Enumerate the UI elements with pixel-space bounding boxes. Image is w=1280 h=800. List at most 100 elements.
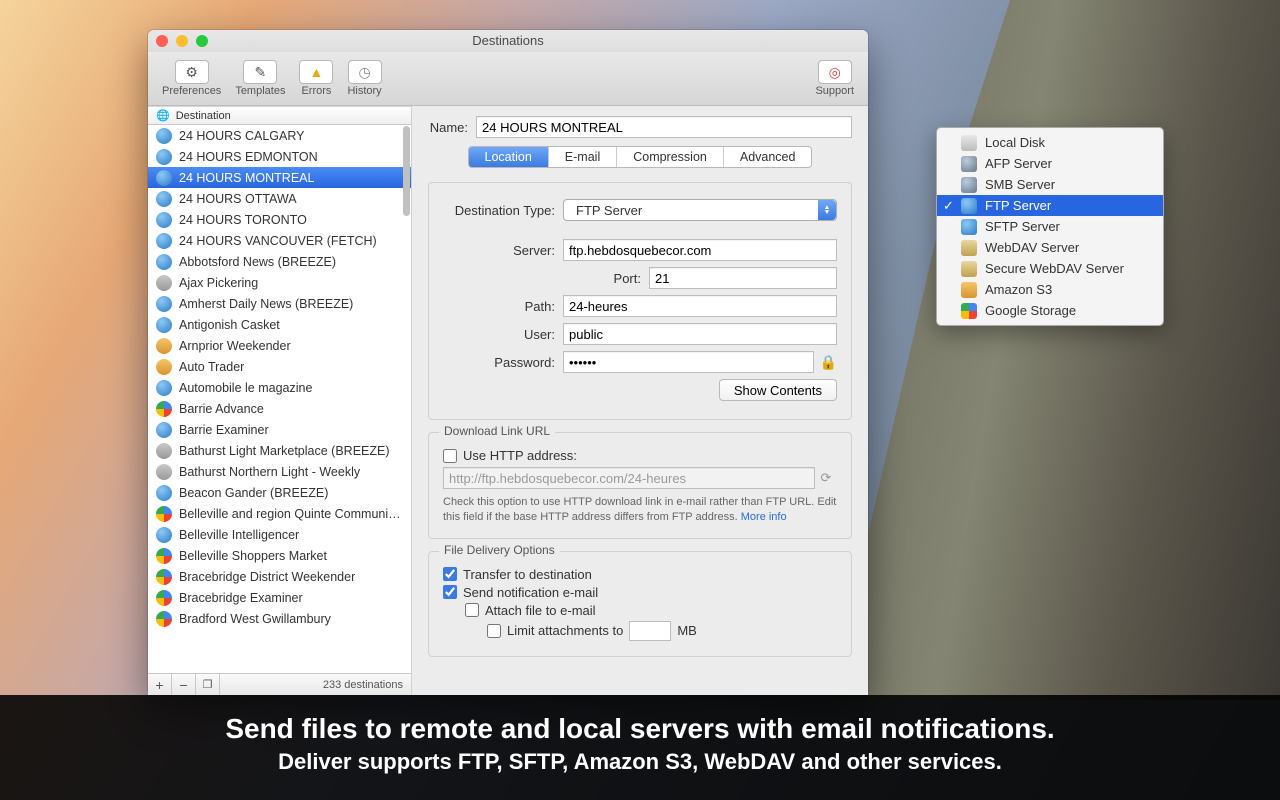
list-item[interactable]: Ajax Pickering <box>148 272 411 293</box>
list-item[interactable]: Beacon Gander (BREEZE) <box>148 482 411 503</box>
toolbar: ⚙︎ Preferences ✎ Templates ▲ Errors ◷ Hi… <box>148 52 868 106</box>
list-item[interactable]: 24 HOURS CALGARY <box>148 125 411 146</box>
list-item-label: Amherst Daily News (BREEZE) <box>179 297 353 311</box>
destinations-count: 233 destinations <box>323 679 411 691</box>
reload-icon[interactable]: ⟳ <box>815 470 837 486</box>
name-field[interactable] <box>476 116 852 138</box>
list-item[interactable]: Bathurst Light Marketplace (BREEZE) <box>148 440 411 461</box>
pencil-icon: ✎ <box>243 60 277 84</box>
list-item[interactable]: Belleville and region Quinte Communit… <box>148 503 411 524</box>
list-item[interactable]: Abbotsford News (BREEZE) <box>148 251 411 272</box>
password-field[interactable] <box>563 351 814 373</box>
preferences-button[interactable]: ⚙︎ Preferences <box>156 60 227 97</box>
transfer-checkbox[interactable] <box>443 567 457 581</box>
list-item[interactable]: Belleville Shoppers Market <box>148 545 411 566</box>
list-item[interactable]: Amherst Daily News (BREEZE) <box>148 293 411 314</box>
list-item-label: Automobile le magazine <box>179 381 312 395</box>
duplicate-button[interactable]: ❐ <box>196 674 220 695</box>
remove-button[interactable]: − <box>172 674 196 695</box>
list-item[interactable]: Arnprior Weekender <box>148 335 411 356</box>
tab-email[interactable]: E-mail <box>549 147 617 167</box>
limit-label-b: MB <box>677 623 697 638</box>
list-item[interactable]: Barrie Advance <box>148 398 411 419</box>
list-item[interactable]: Antigonish Casket <box>148 314 411 335</box>
add-button[interactable]: + <box>148 674 172 695</box>
list-item[interactable]: Automobile le magazine <box>148 377 411 398</box>
menu-item[interactable]: FTP Server <box>937 195 1163 216</box>
use-http-checkbox[interactable] <box>443 449 457 463</box>
list-item[interactable]: Auto Trader <box>148 356 411 377</box>
scrollbar[interactable] <box>403 126 410 216</box>
tab-location[interactable]: Location <box>469 147 549 167</box>
dest-type-select[interactable]: FTP Server ▲▼ <box>563 199 837 221</box>
dest-type-label: Destination Type: <box>443 203 563 218</box>
attach-checkbox[interactable] <box>465 603 479 617</box>
port-field[interactable] <box>649 267 837 289</box>
list-item[interactable]: 24 HOURS MONTREAL <box>148 167 411 188</box>
globe-icon <box>156 485 172 501</box>
list-item[interactable]: 24 HOURS OTTAWA <box>148 188 411 209</box>
support-button[interactable]: ◎ Support <box>809 60 860 97</box>
list-item[interactable]: 24 HOURS TORONTO <box>148 209 411 230</box>
tab-compression[interactable]: Compression <box>617 147 724 167</box>
sidebar-header[interactable]: 🌐 Destination <box>148 106 411 125</box>
server-field[interactable] <box>563 239 837 261</box>
menu-item[interactable]: Google Storage <box>937 300 1163 321</box>
list-item-label: Bathurst Light Marketplace (BREEZE) <box>179 444 390 458</box>
limit-mb-field[interactable] <box>629 621 671 641</box>
user-field[interactable] <box>563 323 837 345</box>
menu-item[interactable]: Secure WebDAV Server <box>937 258 1163 279</box>
menu-item[interactable]: SMB Server <box>937 174 1163 195</box>
list-item-label: Abbotsford News (BREEZE) <box>179 255 336 269</box>
list-item[interactable]: 24 HOURS VANCOUVER (FETCH) <box>148 230 411 251</box>
templates-button[interactable]: ✎ Templates <box>229 60 291 97</box>
destination-type-menu[interactable]: Local Disk AFP ServerSMB Server FTP Server… <box>936 127 1164 326</box>
menu-item-label: Local Disk <box>985 135 1045 150</box>
multi-icon <box>156 590 172 606</box>
menu-item[interactable]: Local Disk <box>937 132 1163 153</box>
more-info-link[interactable]: More info <box>741 511 787 523</box>
list-item-label: 24 HOURS EDMONTON <box>179 150 318 164</box>
close-icon[interactable] <box>156 35 168 47</box>
box-icon <box>156 359 172 375</box>
multi-icon <box>156 569 172 585</box>
http-address-field[interactable] <box>443 467 815 489</box>
list-item-label: Barrie Advance <box>179 402 264 416</box>
history-button[interactable]: ◷ History <box>341 60 387 97</box>
window-titlebar[interactable]: Destinations <box>148 30 868 52</box>
menu-item[interactable]: WebDAV Server <box>937 237 1163 258</box>
menu-item[interactable]: AFP Server <box>937 153 1163 174</box>
errors-button[interactable]: ▲ Errors <box>293 60 339 97</box>
path-label: Path: <box>443 299 563 314</box>
list-item[interactable]: Bracebridge Examiner <box>148 587 411 608</box>
tab-advanced[interactable]: Advanced <box>724 147 812 167</box>
list-item[interactable]: Belleville Intelligencer <box>148 524 411 545</box>
location-group: Destination Type: FTP Server ▲▼ Server: … <box>428 182 852 420</box>
destinations-list[interactable]: 24 HOURS CALGARY 24 HOURS EDMONTON 24 HOUR… <box>148 125 411 673</box>
list-item[interactable]: Bathurst Northern Light - Weekly <box>148 461 411 482</box>
server-label: Server: <box>443 243 563 258</box>
globe-icon <box>156 128 172 144</box>
list-item-label: 24 HOURS VANCOUVER (FETCH) <box>179 234 377 248</box>
menu-item[interactable]: SFTP Server <box>937 216 1163 237</box>
server-type-icon <box>961 156 977 172</box>
path-field[interactable] <box>563 295 837 317</box>
minimize-icon[interactable] <box>176 35 188 47</box>
box-icon <box>156 338 172 354</box>
show-contents-button[interactable]: Show Contents <box>719 379 837 401</box>
lock-icon[interactable]: 🔒 <box>820 354 837 371</box>
globe-icon <box>156 212 172 228</box>
zoom-icon[interactable] <box>196 35 208 47</box>
user-label: User: <box>443 327 563 342</box>
list-item[interactable]: Bradford West Gwillambury <box>148 608 411 629</box>
server-type-icon <box>961 219 977 235</box>
menu-item[interactable]: Amazon S3 <box>937 279 1163 300</box>
menu-item-label: FTP Server <box>985 198 1051 213</box>
limit-checkbox[interactable] <box>487 624 501 638</box>
list-item[interactable]: Barrie Examiner <box>148 419 411 440</box>
notify-checkbox[interactable] <box>443 585 457 599</box>
menu-item-label: SFTP Server <box>985 219 1060 234</box>
list-item[interactable]: Bracebridge District Weekender <box>148 566 411 587</box>
list-item[interactable]: 24 HOURS EDMONTON <box>148 146 411 167</box>
globe-icon <box>156 317 172 333</box>
